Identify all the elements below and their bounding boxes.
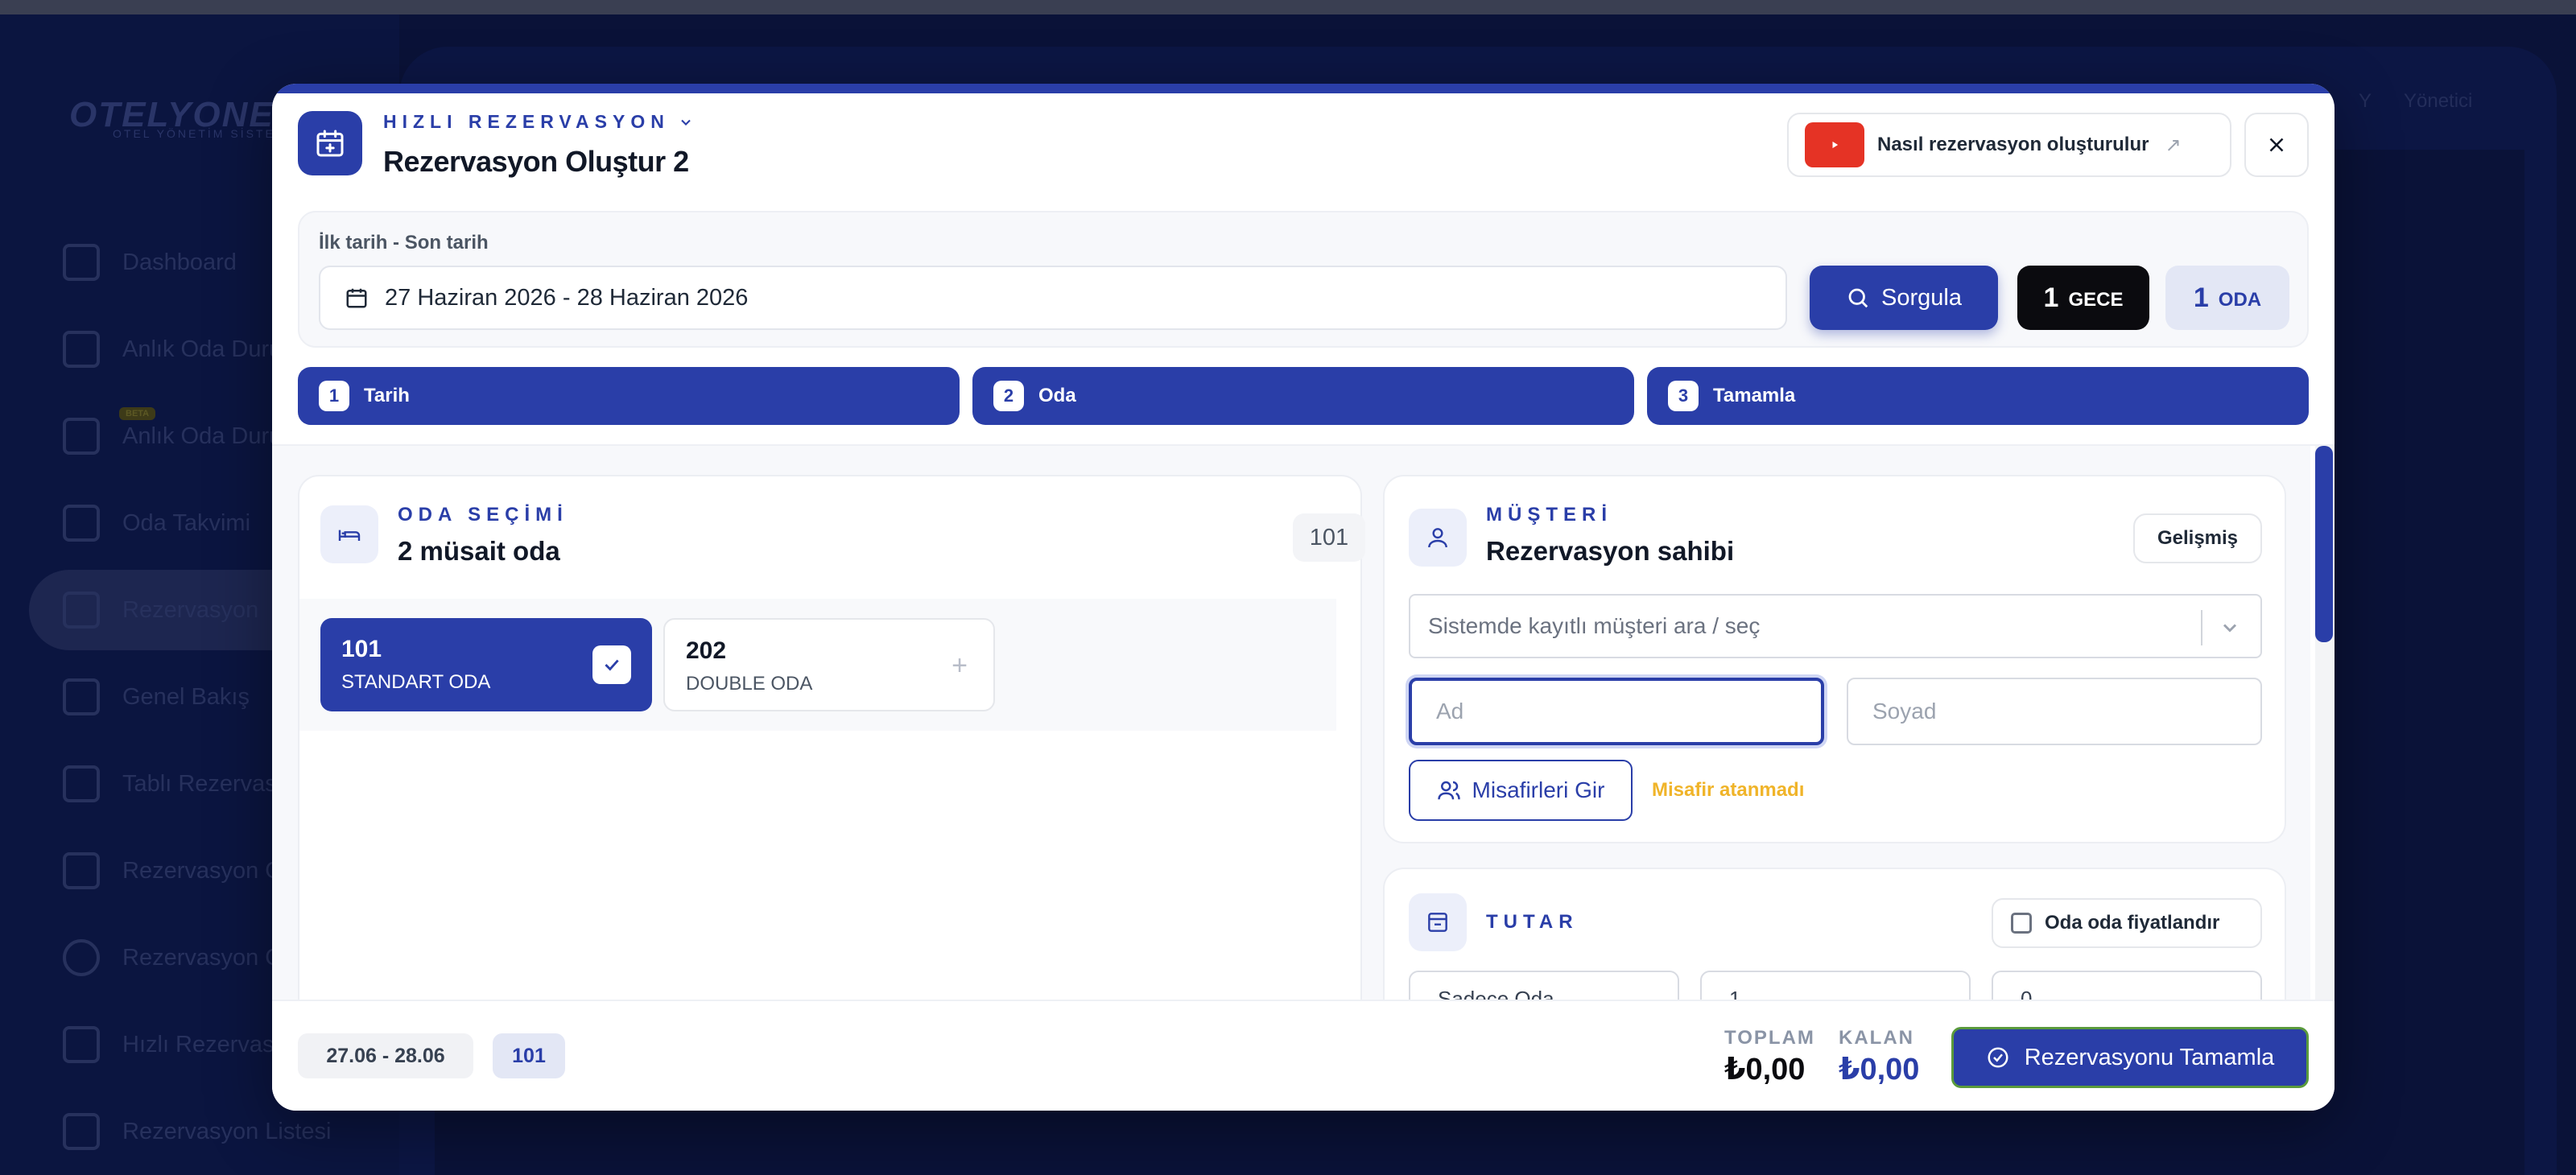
video-help-label: Nasıl rezervasyon oluşturulur	[1877, 134, 2149, 155]
date-range-input[interactable]: 27 Haziran 2026 - 28 Haziran 2026	[319, 266, 1787, 330]
room-card-202[interactable]: 202 DOUBLE ODA +	[663, 618, 995, 711]
step-complete[interactable]: 3 Tamamla	[1647, 367, 2309, 425]
step-date[interactable]: 1 Tarih	[298, 367, 960, 425]
video-help-button[interactable]: Nasıl rezervasyon oluşturulur ↗	[1787, 113, 2231, 177]
first-name-field[interactable]	[1409, 678, 1824, 745]
users-icon	[1437, 781, 1460, 800]
bolt-icon	[63, 1026, 100, 1063]
check-circle-icon	[1988, 1047, 2008, 1068]
chevron-down-icon	[681, 119, 691, 126]
date-range-value: 27 Haziran 2026 - 28 Haziran 2026	[385, 284, 749, 311]
calendar-icon	[63, 1113, 100, 1150]
chevron-down-icon	[2223, 624, 2237, 633]
home-icon	[63, 244, 100, 281]
close-icon	[2269, 138, 2284, 152]
remaining-value: ₺0,00	[1839, 1053, 1920, 1086]
bed-icon	[320, 505, 378, 563]
step-room[interactable]: 2 Oda	[972, 367, 1634, 425]
external-link-icon: ↗	[2165, 134, 2182, 156]
complete-reservation-button[interactable]: Rezervasyonu Tamamla	[1951, 1027, 2309, 1088]
modal-content-area: ODA SEÇİMİ 2 müsait oda 101 101 STANDART…	[272, 446, 2310, 1109]
footer-room-chip: 101	[493, 1033, 565, 1078]
layers-icon	[63, 765, 100, 802]
calendar-icon	[63, 678, 100, 715]
search-icon	[1848, 288, 1868, 308]
app-logo-subtitle: OTEL YÖNETİM SİSTEMİ	[113, 127, 293, 140]
footer-date-chip: 27.06 - 28.06	[298, 1033, 473, 1078]
calendar-icon	[63, 505, 100, 542]
guests-status: Misafir atanmadı	[1652, 779, 1805, 801]
grid-icon	[63, 418, 100, 455]
modal-eyebrow[interactable]: HIZLI REZERVASYON	[383, 111, 694, 133]
building-icon	[63, 331, 100, 368]
per-room-pricing-checkbox[interactable]: Oda oda fiyatlandır	[1992, 898, 2262, 948]
customer-panel: MÜŞTERİ Rezervasyon sahibi Gelişmiş Sist…	[1383, 475, 2286, 843]
advanced-button[interactable]: Gelişmiş	[2133, 513, 2262, 563]
modal-footer: 27.06 - 28.06 101 TOPLAM ₺0,00 KALAN ₺0,…	[272, 1000, 2334, 1111]
plus-icon: +	[952, 650, 968, 681]
nights-count-badge: 1 GECE	[2017, 266, 2149, 330]
user-icon	[1409, 509, 1467, 567]
customer-eyebrow: MÜŞTERİ	[1486, 504, 1612, 526]
wallet-icon	[1409, 893, 1467, 951]
date-range-label: İlk tarih - Son tarih	[319, 232, 489, 254]
last-name-field[interactable]	[1847, 678, 2262, 745]
rooms-count-badge: 1 ODA	[2165, 266, 2289, 330]
calendar-icon	[346, 288, 367, 308]
quick-reservation-modal: HIZLI REZERVASYON Rezervasyon Oluştur 2 …	[272, 84, 2334, 1111]
room-selection-eyebrow: ODA SEÇİMİ	[398, 504, 568, 526]
user-role: Yönetici	[2404, 90, 2473, 112]
browser-top-bar	[0, 0, 2576, 14]
total-label: TOPLAM	[1724, 1027, 1815, 1049]
selected-room-badge: 101	[1293, 513, 1365, 562]
check-icon	[592, 645, 631, 684]
beta-badge: BETA	[119, 407, 156, 420]
room-list: 101 STANDART ODA 202 DOUBLE ODA +	[299, 599, 1336, 731]
total-value: ₺0,00	[1724, 1053, 1806, 1086]
calendar-plus-icon	[298, 111, 362, 175]
amount-eyebrow: TUTAR	[1486, 911, 1579, 933]
modal-accent-strip	[272, 84, 2334, 93]
room-card-101[interactable]: 101 STANDART ODA	[320, 618, 652, 711]
search-availability-button[interactable]: Sorgula	[1810, 266, 1998, 330]
select-separator	[2201, 610, 2202, 645]
first-name-input[interactable]	[1412, 699, 1821, 724]
customer-title: Rezervasyon sahibi	[1486, 536, 1735, 566]
calendar-plus-icon	[63, 852, 100, 889]
modal-title: Rezervasyon Oluştur 2	[383, 145, 689, 178]
user-avatar[interactable]: Y	[2359, 90, 2372, 113]
available-rooms-title: 2 müsait oda	[398, 536, 560, 566]
plus-circle-icon	[63, 939, 100, 976]
youtube-icon	[1805, 122, 1864, 167]
enter-guests-button[interactable]: Misafirleri Gir	[1409, 760, 1633, 821]
remaining-label: KALAN	[1839, 1027, 1914, 1049]
calendar-search-icon	[63, 592, 100, 629]
checkbox-box	[2011, 913, 2032, 934]
last-name-input[interactable]	[1848, 699, 2260, 724]
customer-search-select[interactable]: Sistemde kayıtlı müşteri ara / seç	[1409, 594, 2262, 658]
scrollbar-thumb[interactable]	[2315, 446, 2333, 642]
close-button[interactable]	[2244, 113, 2309, 177]
date-range-section: İlk tarih - Son tarih 27 Haziran 2026 - …	[298, 211, 2309, 348]
room-selection-panel: ODA SEÇİMİ 2 müsait oda 101 101 STANDART…	[298, 475, 1365, 1054]
